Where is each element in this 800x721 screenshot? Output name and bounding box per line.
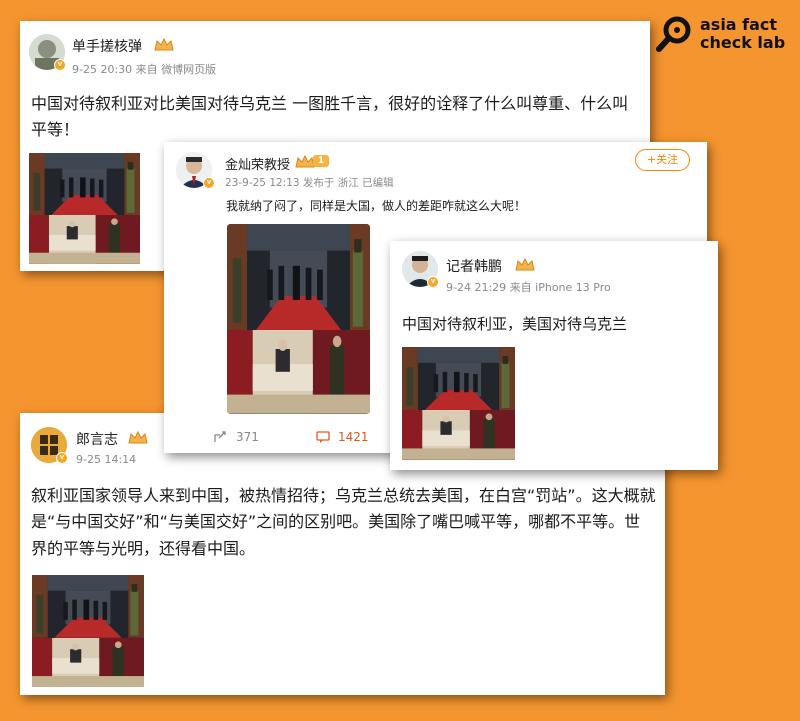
share-icon[interactable] <box>213 430 227 444</box>
post-text: 中国对待叙利亚，美国对待乌克兰 <box>402 315 628 333</box>
crown-icon <box>128 431 148 444</box>
comment-icon[interactable] <box>316 430 330 444</box>
post-image[interactable] <box>32 575 144 687</box>
asia-fact-check-lab-logo: asia fact check lab <box>654 12 794 56</box>
username[interactable]: 单手搓核弹 <box>72 36 142 56</box>
post-meta: 9-25 20:30 来自 微博网页版 <box>72 63 217 76</box>
username[interactable]: 金灿荣教授 <box>225 154 290 173</box>
share-count: 371 <box>236 430 259 444</box>
crown-icon <box>515 258 535 271</box>
level-badge: 1 <box>313 155 329 167</box>
crown-icon <box>295 155 315 168</box>
brand-line-2: check lab <box>700 33 786 52</box>
crown-icon <box>154 38 174 51</box>
brand-line-1: asia fact <box>700 15 778 34</box>
post-image[interactable] <box>29 153 140 264</box>
post-meta: 9-24 21:29 来自 iPhone 13 Pro <box>446 281 611 294</box>
verified-badge-icon: v <box>427 276 439 288</box>
verified-badge-icon: v <box>203 177 215 189</box>
post-text: 叙利亚国家领导人来到中国，被热情招待；乌克兰总统去美国，在白宫“罚站”。这大概就… <box>31 486 656 558</box>
post-meta: 9-25 14:14 <box>76 453 137 466</box>
verified-badge-icon: v <box>54 59 66 71</box>
username[interactable]: 记者韩鹏 <box>446 256 502 276</box>
magnifier-logo-icon <box>656 16 691 52</box>
post-text: 我就纳了闷了，同样是大国，做人的差距咋就这么大呢！ <box>226 199 527 213</box>
post-text: 中国对待叙利亚对比美国对待乌克兰 一图胜千言，很好的诠释了什么叫尊重、什么叫平等… <box>31 94 629 139</box>
post-meta: 23-9-25 12:13 发布于 浙江 已编辑 <box>225 177 394 189</box>
verified-badge-icon: v <box>56 452 68 464</box>
username[interactable]: 郎言志 <box>76 429 118 449</box>
comment-count: 1421 <box>338 430 369 444</box>
post-image[interactable] <box>227 224 370 414</box>
follow-button[interactable]: +关注 <box>635 149 690 171</box>
post-image[interactable] <box>402 347 515 460</box>
weibo-post-card: v 记者韩鹏 9-24 21:29 来自 iPhone 13 Pro 中国对待叙… <box>390 241 718 470</box>
